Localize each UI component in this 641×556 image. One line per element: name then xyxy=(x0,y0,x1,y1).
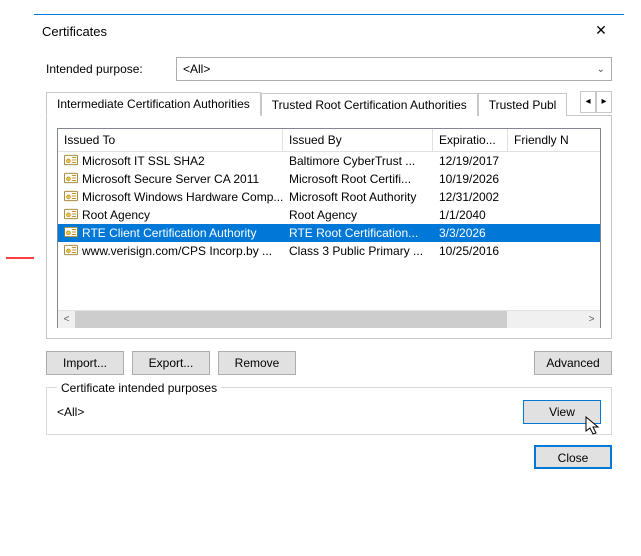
issued-to-text: Root Agency xyxy=(82,208,150,222)
intended-purpose-row: Intended purpose: <All> ⌄ xyxy=(46,51,612,91)
certificate-listview[interactable]: Issued To Issued By Expiratio... Friendl… xyxy=(57,128,601,328)
cell-expiration: 10/19/2026 xyxy=(433,171,508,187)
certificate-icon xyxy=(64,208,78,223)
scroll-right-icon[interactable]: > xyxy=(583,311,600,328)
tab-scroll-buttons: ◂ ▸ xyxy=(580,91,612,113)
cell-expiration: 12/31/2002 xyxy=(433,189,508,205)
column-issued-to[interactable]: Issued To xyxy=(58,129,283,151)
titlebar: Certificates ✕ xyxy=(34,15,624,51)
view-button[interactable]: View xyxy=(523,400,601,424)
cell-expiration: 12/19/2017 xyxy=(433,153,508,169)
group-inner: <All> View xyxy=(57,400,601,424)
scrollbar-track[interactable] xyxy=(75,311,583,328)
cell-friendly xyxy=(508,160,600,162)
issued-to-text: www.verisign.com/CPS Incorp.by ... xyxy=(82,244,272,258)
tab-intermediate-ca[interactable]: Intermediate Certification Authorities xyxy=(46,92,261,116)
horizontal-scrollbar[interactable]: < > xyxy=(58,310,600,327)
cell-friendly xyxy=(508,178,600,180)
certificate-icon xyxy=(64,226,78,241)
certificate-icon xyxy=(64,172,78,187)
certificates-dialog: Certificates ✕ Intended purpose: <All> ⌄… xyxy=(34,14,624,481)
table-row[interactable]: Microsoft IT SSL SHA2 Baltimore CyberTrus… xyxy=(58,152,600,170)
tab-scroll-left-icon[interactable]: ◂ xyxy=(580,91,596,113)
action-button-row: Import... Export... Remove Advanced xyxy=(46,339,612,383)
cell-issued-to: Microsoft Windows Hardware Comp... xyxy=(58,189,283,206)
issued-to-text: RTE Client Certification Authority xyxy=(82,226,257,240)
cell-issued-to: Microsoft Secure Server CA 2011 xyxy=(58,171,283,188)
column-expiration[interactable]: Expiratio... xyxy=(433,129,508,151)
issued-to-text: Microsoft Windows Hardware Comp... xyxy=(82,190,283,204)
column-issued-by[interactable]: Issued By xyxy=(283,129,433,151)
remove-button[interactable]: Remove xyxy=(218,351,296,375)
cell-issued-to: RTE Client Certification Authority xyxy=(58,225,283,242)
tab-strip: Intermediate Certification Authorities T… xyxy=(46,91,612,116)
intended-purpose-dropdown[interactable]: <All> ⌄ xyxy=(176,57,612,81)
table-row[interactable]: Microsoft Secure Server CA 2011 Microsoft… xyxy=(58,170,600,188)
cell-issued-by: Microsoft Root Certifi... xyxy=(283,171,433,187)
cell-issued-by: RTE Root Certification... xyxy=(283,225,433,241)
listview-header: Issued To Issued By Expiratio... Friendl… xyxy=(58,129,600,152)
cell-issued-by: Root Agency xyxy=(283,207,433,223)
certificate-icon xyxy=(64,190,78,205)
certificate-icon xyxy=(64,244,78,259)
advanced-button[interactable]: Advanced xyxy=(534,351,612,375)
purposes-value: <All> xyxy=(57,405,84,419)
issued-to-text: Microsoft IT SSL SHA2 xyxy=(82,154,205,168)
dialog-content: Intended purpose: <All> ⌄ Intermediate C… xyxy=(34,51,624,481)
cell-issued-to: Root Agency xyxy=(58,207,283,224)
certificate-icon xyxy=(64,154,78,169)
cell-friendly xyxy=(508,250,600,252)
import-button[interactable]: Import... xyxy=(46,351,124,375)
tab-trusted-root-ca[interactable]: Trusted Root Certification Authorities xyxy=(261,93,478,116)
listview-rows: Microsoft IT SSL SHA2 Baltimore CyberTrus… xyxy=(58,152,600,310)
close-button[interactable]: Close xyxy=(534,445,612,469)
table-row[interactable]: Microsoft Windows Hardware Comp...Micros… xyxy=(58,188,600,206)
cell-issued-to: Microsoft IT SSL SHA2 xyxy=(58,153,283,170)
intended-purposes-group: Certificate intended purposes <All> View xyxy=(46,387,612,435)
chevron-down-icon: ⌄ xyxy=(597,64,605,75)
cell-friendly xyxy=(508,232,600,234)
intended-purpose-label: Intended purpose: xyxy=(46,62,166,76)
group-title: Certificate intended purposes xyxy=(57,381,221,395)
export-button[interactable]: Export... xyxy=(132,351,210,375)
cell-issued-to: www.verisign.com/CPS Incorp.by ... xyxy=(58,243,283,260)
dialog-title: Certificates xyxy=(42,24,107,39)
cell-friendly xyxy=(508,214,600,216)
tab-scroll-right-icon[interactable]: ▸ xyxy=(596,91,612,113)
cell-expiration: 10/25/2016 xyxy=(433,243,508,259)
scrollbar-thumb[interactable] xyxy=(75,311,507,328)
issued-to-text: Microsoft Secure Server CA 2011 xyxy=(82,172,259,186)
cell-expiration: 3/3/2026 xyxy=(433,225,508,241)
table-row[interactable]: Root AgencyRoot Agency1/1/2040 xyxy=(58,206,600,224)
cell-issued-by: Microsoft Root Authority xyxy=(283,189,433,205)
intended-purpose-value: <All> xyxy=(183,62,210,76)
scroll-left-icon[interactable]: < xyxy=(58,311,75,328)
tab-trusted-publishers[interactable]: Trusted Publ xyxy=(478,93,568,116)
footer-row: Close xyxy=(46,435,612,473)
column-friendly-name[interactable]: Friendly N xyxy=(508,129,600,151)
table-row-selected[interactable]: RTE Client Certification Authority RTE Ro… xyxy=(58,224,600,242)
tab-body: Issued To Issued By Expiratio... Friendl… xyxy=(46,116,612,339)
cell-issued-by: Class 3 Public Primary ... xyxy=(283,243,433,259)
cell-expiration: 1/1/2040 xyxy=(433,207,508,223)
close-icon[interactable]: ✕ xyxy=(586,21,616,41)
cell-friendly xyxy=(508,196,600,198)
table-row[interactable]: www.verisign.com/CPS Incorp.by ... Class … xyxy=(58,242,600,260)
cell-issued-by: Baltimore CyberTrust ... xyxy=(283,153,433,169)
